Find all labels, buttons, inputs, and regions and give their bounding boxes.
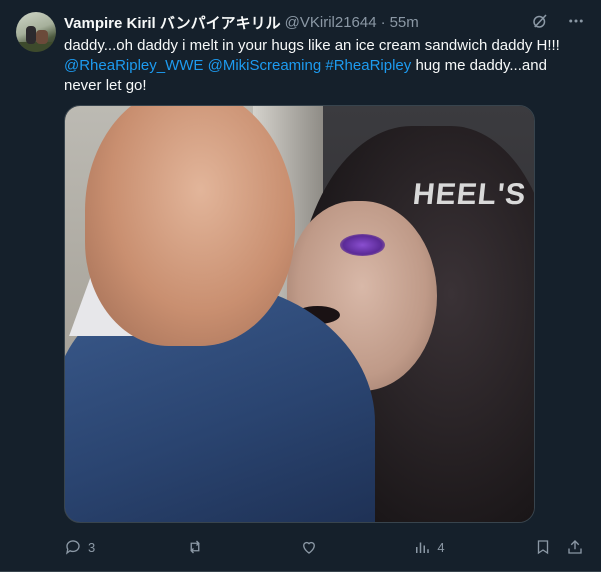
- media-person-eye: [340, 234, 385, 256]
- mention-link[interactable]: @RheaRipley_WWE: [64, 57, 203, 74]
- bookmark-icon[interactable]: [534, 538, 552, 556]
- media-person-head: [85, 106, 295, 346]
- tweet-header: Vampire Kiril バンパイアキリル @VKiril21644 · 55…: [64, 12, 585, 32]
- views-count: 4: [437, 539, 445, 555]
- timestamp[interactable]: 55m: [390, 14, 419, 31]
- display-name[interactable]: Vampire Kiril バンパイアキリル: [64, 12, 281, 33]
- views-button[interactable]: 4: [413, 538, 445, 556]
- reply-icon: [64, 538, 82, 556]
- media-overlay-text: HEEL'S ADV: [411, 178, 535, 211]
- secondary-actions: [534, 538, 584, 556]
- header-actions: [531, 12, 585, 30]
- repost-button[interactable]: [185, 538, 211, 556]
- avatar-ground: [16, 42, 56, 52]
- like-button[interactable]: [300, 538, 324, 556]
- handle[interactable]: @VKiril21644: [285, 14, 377, 31]
- views-icon: [413, 538, 431, 556]
- tweet-media[interactable]: HEEL'S ADV: [64, 105, 535, 523]
- reply-count: 3: [88, 539, 96, 555]
- like-icon: [300, 538, 318, 556]
- reply-button[interactable]: 3: [64, 538, 95, 556]
- repost-icon: [185, 538, 205, 556]
- tweet[interactable]: Vampire Kiril バンパイアキリル @VKiril21644 · 55…: [0, 0, 601, 572]
- separator-dot: ·: [380, 13, 386, 31]
- tweet-text-line: daddy...oh daddy i melt in your hugs lik…: [64, 37, 560, 54]
- avatar-figure: [26, 26, 36, 44]
- action-bar: 3 4: [64, 537, 584, 557]
- hashtag-link[interactable]: #RheaRipley: [325, 57, 411, 74]
- grok-icon[interactable]: [531, 12, 549, 30]
- tweet-text: daddy...oh daddy i melt in your hugs lik…: [64, 36, 564, 96]
- avatar-figure: [36, 30, 48, 44]
- mention-link[interactable]: @MikiScreaming: [208, 57, 322, 74]
- avatar[interactable]: [16, 12, 56, 52]
- share-icon[interactable]: [566, 538, 584, 556]
- more-icon[interactable]: [567, 12, 585, 30]
